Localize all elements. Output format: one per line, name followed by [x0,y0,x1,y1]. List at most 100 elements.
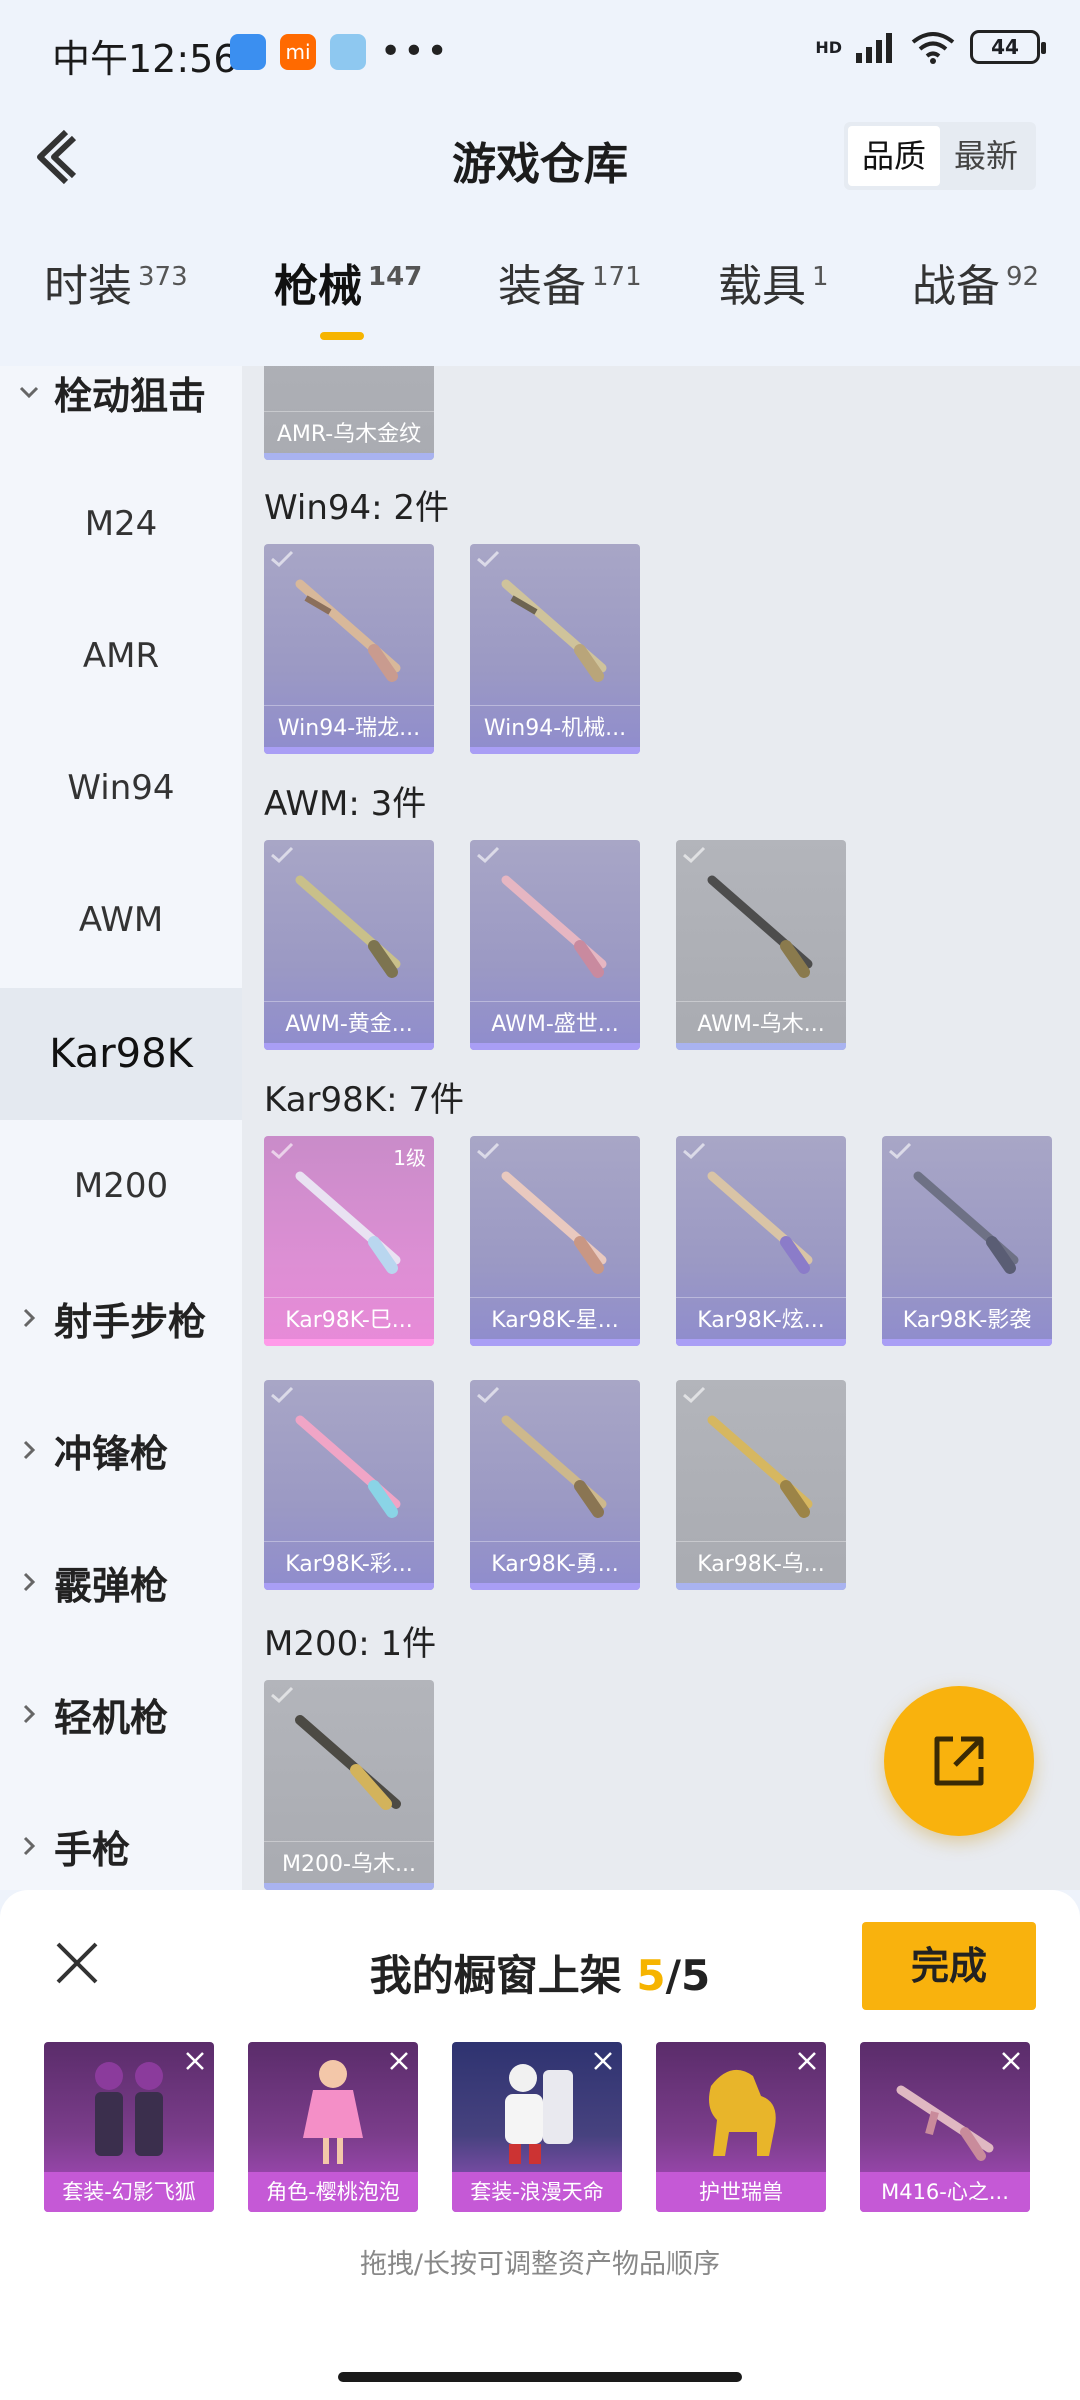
showcase-item[interactable]: 护世瑞兽 [656,2042,826,2212]
item-card[interactable]: M200-乌木... [264,1680,434,1890]
remove-icon[interactable] [184,2050,206,2072]
sidebar-group-smg[interactable]: 冲锋枪 [0,1384,242,1516]
item-label: M200-乌木... [282,1852,416,1877]
card-divider [264,411,434,412]
item-card[interactable]: AWM-乌木... [676,840,846,1050]
home-indicator[interactable] [338,2372,742,2382]
card-divider [264,1297,434,1298]
item-card[interactable]: AWM-盛世... [470,840,640,1050]
section-title-win94: Win94: 2件 [264,488,450,528]
tab-supplies[interactable]: 战备 92 [912,250,1039,314]
item-label: Kar98K-炫... [697,1308,825,1333]
rifle-icon [295,579,401,682]
showcase-item-label: 套装-幻影飞狐 [44,2172,214,2212]
status-time: 中午12:56 [52,37,238,81]
status-right: HD 44 [815,30,1046,64]
item-card[interactable]: Kar98K-影袭 [882,1136,1052,1346]
chevron-right-icon [23,1704,36,1724]
sidebar-group-marksman[interactable]: 射手步枪 [0,1252,242,1384]
item-card[interactable]: AWM-黄金... [264,840,434,1050]
item-card[interactable]: Kar98K-乌... [676,1380,846,1590]
rifle-icon [896,2085,994,2161]
card-divider [264,705,434,706]
hd-label: HD [815,37,842,57]
item-card[interactable]: Kar98K-炫... [676,1136,846,1346]
done-button[interactable]: 完成 [862,1922,1036,2010]
showcase-list: 套装-幻影飞狐 角色-樱桃泡泡 套装-浪漫天命 护世瑞兽 M416-心之... [44,2042,1040,2214]
sort-option-latest[interactable]: 最新 [940,126,1032,186]
battery-icon: 44 [970,30,1046,64]
remove-icon[interactable] [592,2050,614,2072]
rifle-icon [501,579,607,682]
showcase-item[interactable]: M416-心之... [860,2042,1030,2212]
sidebar: 栓动狙击 M24 AMR Win94 AWM Kar98K M200 射手步枪 … [0,366,242,1890]
card-divider [676,1541,846,1542]
rarity-bar [676,1583,846,1590]
item-card[interactable]: Kar98K-星... [470,1136,640,1346]
sidebar-item-m200[interactable]: M200 [0,1120,242,1252]
check-icon [271,846,294,864]
item-card[interactable]: Kar98K-彩... [264,1380,434,1590]
tab-fashion[interactable]: 时装 373 [44,250,188,314]
sidebar-item-m24[interactable]: M24 [0,458,242,590]
rifle-icon [707,1415,813,1518]
tab-count: 92 [1006,262,1040,293]
rarity-bar [264,1043,434,1050]
rifle-icon [295,875,401,978]
battery-level: 44 [991,35,1019,59]
tab-label: 装备 [498,261,586,312]
item-card[interactable]: AMR-乌木金纹 [264,366,434,460]
sort-toggle[interactable]: 品质 最新 [843,122,1036,190]
showcase-item[interactable]: 套装-幻影飞狐 [44,2042,214,2212]
check-icon [683,846,706,864]
tab-vehicles[interactable]: 载具 1 [718,250,829,314]
remove-icon[interactable] [796,2050,818,2072]
sidebar-group-label: 射手步枪 [54,1299,207,1344]
status-app-icons: mi ••• [230,34,450,70]
card-divider [470,1541,640,1542]
showcase-item[interactable]: 角色-樱桃泡泡 [248,2042,418,2212]
remove-icon[interactable] [1000,2050,1022,2072]
sort-option-quality[interactable]: 品质 [847,126,940,186]
item-card[interactable]: Win94-瑞龙... [264,544,434,754]
check-icon [271,550,294,568]
item-grid: AMR-乌木金纹 Win94: 2件 Win94-瑞龙... Win94-机械.… [242,366,1080,1890]
share-icon [934,1736,984,1786]
sidebar-item-amr[interactable]: AMR [0,590,242,722]
remove-icon[interactable] [388,2050,410,2072]
tab-equipment[interactable]: 装备 171 [498,250,642,314]
check-icon [477,550,500,568]
sidebar-group-lmg[interactable]: 轻机枪 [0,1648,242,1780]
check-icon [477,1386,500,1404]
item-card[interactable]: 1级 Kar98K-巳... [264,1136,434,1346]
sidebar-item-win94[interactable]: Win94 [0,722,242,854]
rifle-icon [913,1171,1019,1274]
item-label: Kar98K-彩... [285,1552,413,1577]
card-divider [264,1001,434,1002]
item-label: Kar98K-乌... [697,1552,825,1577]
check-icon [889,1142,912,1160]
sidebar-group-bolt-action[interactable]: 栓动狙击 [0,366,242,458]
showcase-sheet: 我的橱窗上架 5/5 完成 套装-幻影飞狐 角色-樱桃泡泡 套装-浪漫天命 护世… [0,1890,1080,2400]
sheet-title-text: 我的橱窗上架 [369,1951,622,2000]
item-card[interactable]: Kar98K-勇... [470,1380,640,1590]
more-dots-icon: ••• [380,31,450,72]
section-title-m200: M200: 1件 [264,1624,437,1664]
share-button[interactable] [884,1686,1034,1836]
sidebar-group-shotgun[interactable]: 霰弹枪 [0,1516,242,1648]
item-card[interactable]: Win94-机械... [470,544,640,754]
sheet-count-current: 5 [636,1951,666,2000]
sidebar-group-pistol[interactable]: 手枪 [0,1780,242,1890]
sidebar-item-awm[interactable]: AWM [0,854,242,986]
tab-count: 147 [368,262,423,293]
category-tabs: 时装 373 枪械 147 装备 171 载具 1 战备 92 [0,250,1080,350]
sheet-count-total: /5 [665,1951,711,2000]
character-figure-icon [505,2064,573,2164]
header: 游戏仓库 品质 最新 [0,100,1080,215]
rarity-bar [264,1339,434,1346]
showcase-item[interactable]: 套装-浪漫天命 [452,2042,622,2212]
rifle-icon [295,1171,401,1274]
item-label: Kar98K-星... [491,1308,619,1333]
sidebar-item-kar98k[interactable]: Kar98K [0,988,242,1120]
tab-guns[interactable]: 枪械 147 [274,250,422,314]
